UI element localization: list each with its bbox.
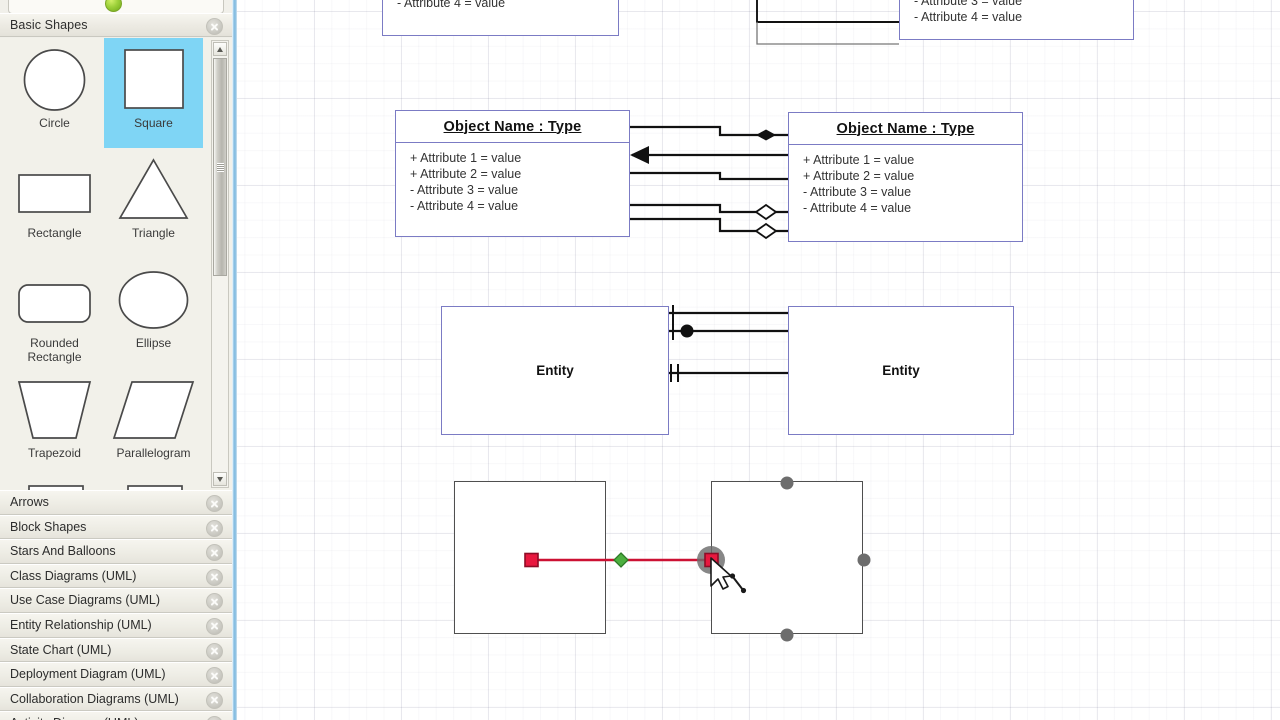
scrollbar-grip [217, 163, 224, 172]
connector-top-group[interactable] [619, 0, 899, 45]
category-list[interactable]: Arrows Block Shapes Stars And Balloons Clas… [0, 490, 232, 720]
palette-shape-ellipse[interactable]: Ellipse [104, 258, 203, 368]
palette-shape-label: Parallelogram [116, 446, 191, 460]
ellipse-shape [104, 264, 203, 336]
category-label: Collaboration Diagrams (UML) [10, 691, 179, 706]
category-row-deployment-diagram-uml[interactable]: Deployment Diagram (UML) [0, 662, 232, 687]
palette-shape-square[interactable]: Square [104, 38, 203, 148]
category-label: Stars And Balloons [10, 544, 116, 559]
connection-point-bottom[interactable] [780, 628, 794, 642]
canvas-overlay [524, 0, 899, 642]
er-connector-group[interactable] [669, 305, 788, 382]
category-label: Block Shapes [10, 519, 87, 534]
toolbar-strip-partial [0, 0, 232, 14]
diagram-editor-window: Basic Shapes Circle Square Rectangle Triang… [0, 0, 1280, 720]
section-header-basic-shapes[interactable]: Basic Shapes [0, 13, 232, 37]
selected-connector[interactable] [524, 546, 725, 574]
category-label: Activity Diagram (UML) [10, 716, 139, 720]
palette-shape-label: Square [134, 116, 173, 130]
palette-shape-parallelogram[interactable]: Parallelogram [104, 368, 203, 478]
rounded-rect-shape [5, 264, 104, 336]
category-label: Deployment Diagram (UML) [10, 667, 166, 682]
palette-shape-partial[interactable] [104, 478, 203, 490]
category-label: Arrows [10, 495, 49, 509]
category-label: State Chart (UML) [10, 642, 112, 657]
palette-scrollbar[interactable] [211, 40, 229, 488]
palette-shape-label: Triangle [132, 226, 175, 240]
category-label: Use Case Diagrams (UML) [10, 593, 161, 608]
close-icon[interactable] [206, 716, 223, 720]
triangle-shape [104, 154, 203, 226]
palette-shape-label: Trapezoid [28, 446, 81, 460]
connector-composition[interactable] [630, 125, 788, 141]
category-row-block-shapes[interactable]: Block Shapes [0, 514, 232, 540]
connection-point-right[interactable] [857, 553, 871, 567]
category-label: Class Diagrams (UML) [10, 568, 137, 583]
connector-aggregation-2[interactable] [630, 217, 788, 240]
close-icon[interactable] [206, 544, 223, 562]
connector-start-handle [524, 552, 539, 568]
hollow-diamond-icon [754, 222, 778, 240]
connector-plain-association[interactable] [630, 171, 788, 181]
palette-shape-rounded-rectangle[interactable]: Rounded Rectangle [5, 258, 104, 368]
hollow-diamond-icon [754, 203, 778, 221]
square-shape [104, 44, 203, 116]
palette-shape-triangle[interactable]: Triangle [104, 148, 203, 258]
connection-point-top[interactable] [780, 476, 794, 490]
close-icon[interactable] [206, 617, 223, 635]
close-icon[interactable] [206, 691, 223, 709]
palette-shape-rectangle[interactable]: Rectangle [5, 148, 104, 258]
trapezoid-shape [5, 374, 104, 446]
category-row-collaboration-diagrams-uml[interactable]: Collaboration Diagrams (UML) [0, 686, 232, 712]
palette-shape-circle[interactable]: Circle [5, 38, 104, 148]
shapes-sidebar: Basic Shapes Circle Square Rectangle Triang… [0, 0, 232, 720]
palette-shape-partial[interactable] [5, 478, 104, 490]
category-label: Entity Relationship (UML) [10, 617, 152, 632]
palette-shape-label: Rounded Rectangle [27, 336, 82, 364]
connector-directed-association[interactable] [630, 146, 788, 164]
close-icon[interactable] [206, 667, 223, 685]
category-row-state-chart-uml[interactable]: State Chart (UML) [0, 637, 232, 663]
diagram-canvas[interactable]: - Attribute 4 = value - Attribute 3 = va… [237, 0, 1280, 720]
parallelogram-shape [104, 374, 203, 446]
palette-shape-trapezoid[interactable]: Trapezoid [5, 368, 104, 478]
section-header-label: Basic Shapes [10, 18, 88, 32]
rectangle-shape [5, 154, 104, 226]
circle-shape [5, 44, 104, 116]
er-zero-or-one-ball-icon [680, 324, 694, 338]
close-icon[interactable] [206, 593, 223, 611]
category-row-arrows[interactable]: Arrows [0, 490, 232, 515]
scroll-up-arrow-icon[interactable] [213, 42, 227, 56]
category-row-stars-and-balloons[interactable]: Stars And Balloons [0, 539, 232, 564]
category-row-activity-diagram-uml[interactable]: Activity Diagram (UML) [0, 711, 232, 720]
filled-arrowhead-icon [630, 146, 649, 164]
close-icon[interactable] [206, 568, 223, 586]
category-row-use-case-diagrams-uml[interactable]: Use Case Diagrams (UML) [0, 588, 232, 613]
filled-diamond-icon [756, 129, 776, 141]
shapes-palette[interactable]: Circle Square Rectangle Triangle Rounded Rect… [0, 38, 232, 490]
category-row-class-diagrams-uml[interactable]: Class Diagrams (UML) [0, 563, 232, 589]
palette-shape-label: Ellipse [135, 336, 172, 350]
close-icon[interactable] [206, 519, 223, 537]
connector-mid-handle [613, 552, 629, 568]
scroll-down-arrow-icon[interactable] [213, 472, 227, 486]
scrollbar-thumb[interactable] [213, 58, 227, 276]
close-icon[interactable] [206, 495, 223, 512]
category-row-entity-relationship-uml[interactable]: Entity Relationship (UML) [0, 612, 232, 638]
palette-shape-label: Rectangle [27, 226, 82, 240]
connector-aggregation-1[interactable] [630, 203, 788, 221]
mouse-pointer-connector [710, 557, 747, 594]
palette-shape-label: Circle [39, 116, 70, 130]
close-icon[interactable] [206, 18, 223, 35]
close-icon[interactable] [206, 642, 223, 660]
